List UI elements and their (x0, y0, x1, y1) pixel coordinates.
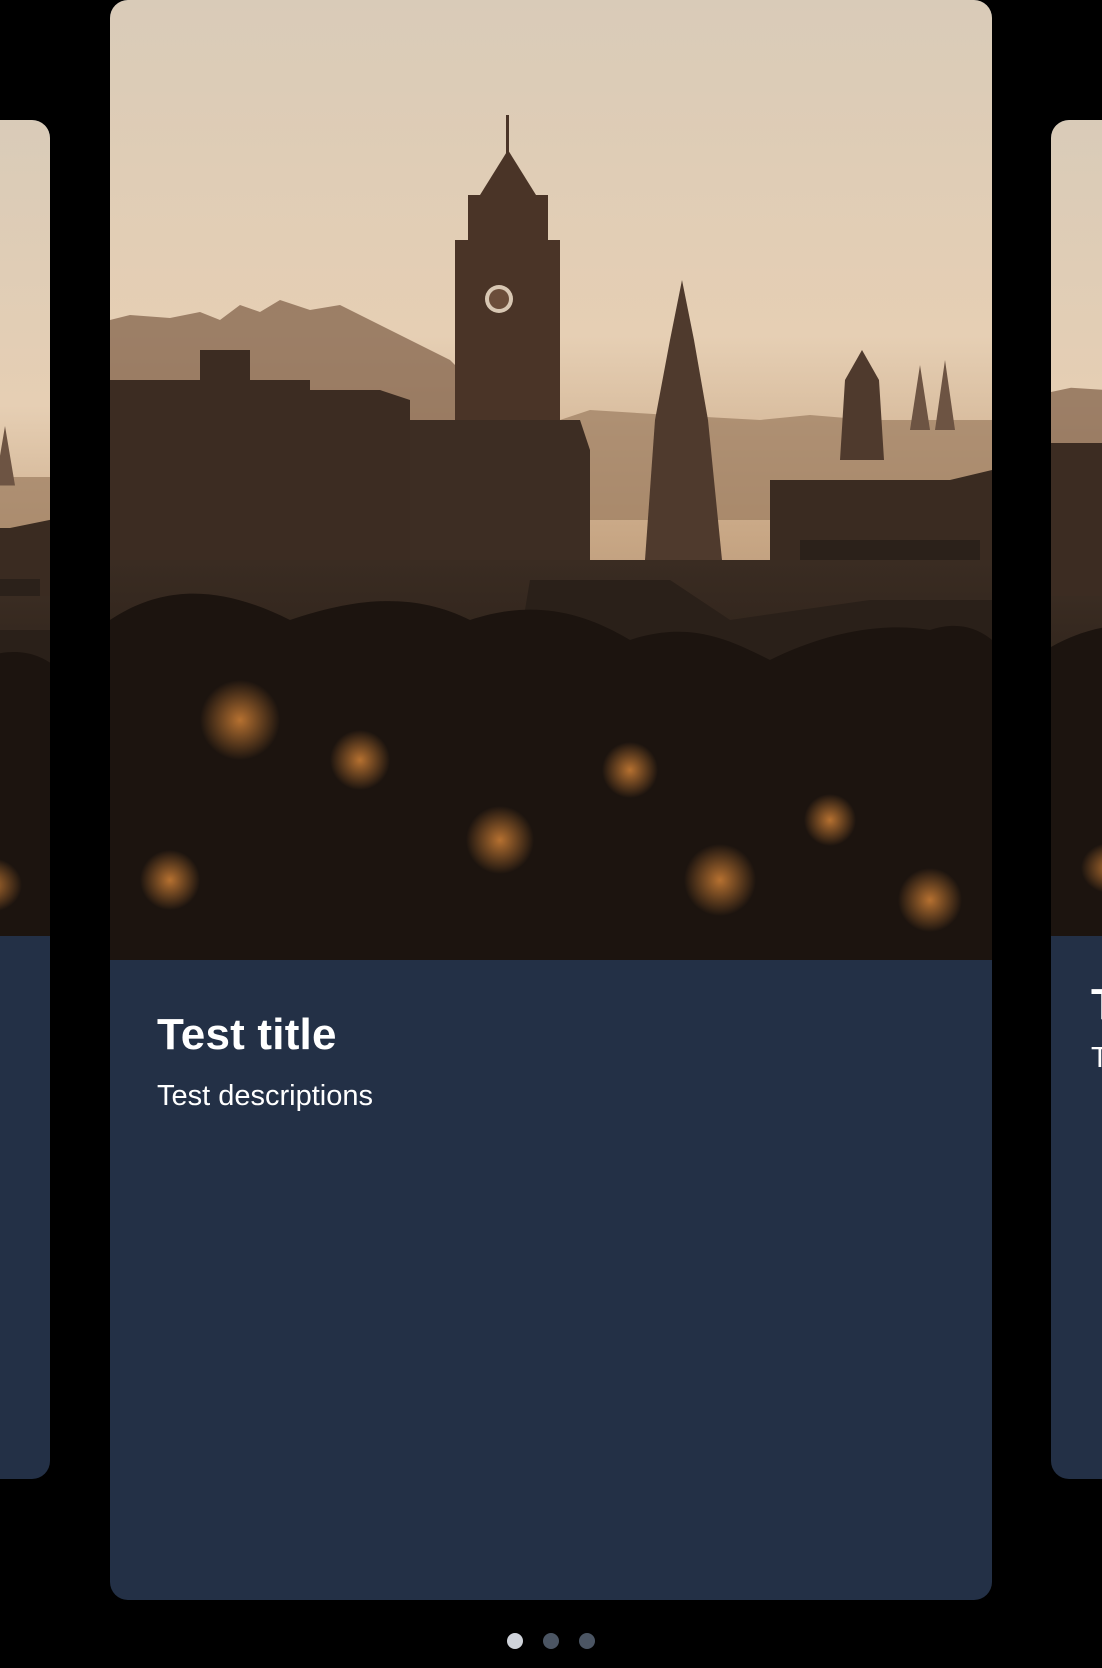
carousel-card-next[interactable]: Test title Test descriptions (1051, 120, 1102, 1479)
page-dot-2[interactable] (543, 1633, 559, 1649)
card-photo (1051, 120, 1102, 936)
card-photo (0, 120, 50, 936)
page-indicator (0, 1633, 1102, 1653)
card-photo (110, 0, 992, 960)
page-dot-3[interactable] (579, 1633, 595, 1649)
card-title: Test title (1091, 980, 1102, 1030)
carousel[interactable]: Test title Test descriptions Test title … (0, 0, 1102, 1668)
card-description: Test descriptions (1091, 1042, 1102, 1074)
page-dot-1[interactable] (507, 1633, 523, 1649)
carousel-card-previous[interactable] (0, 120, 50, 1479)
card-title: Test title (157, 1010, 337, 1059)
card-description: Test descriptions (157, 1080, 373, 1112)
carousel-card-active[interactable]: Test title Test descriptions (110, 0, 992, 1600)
